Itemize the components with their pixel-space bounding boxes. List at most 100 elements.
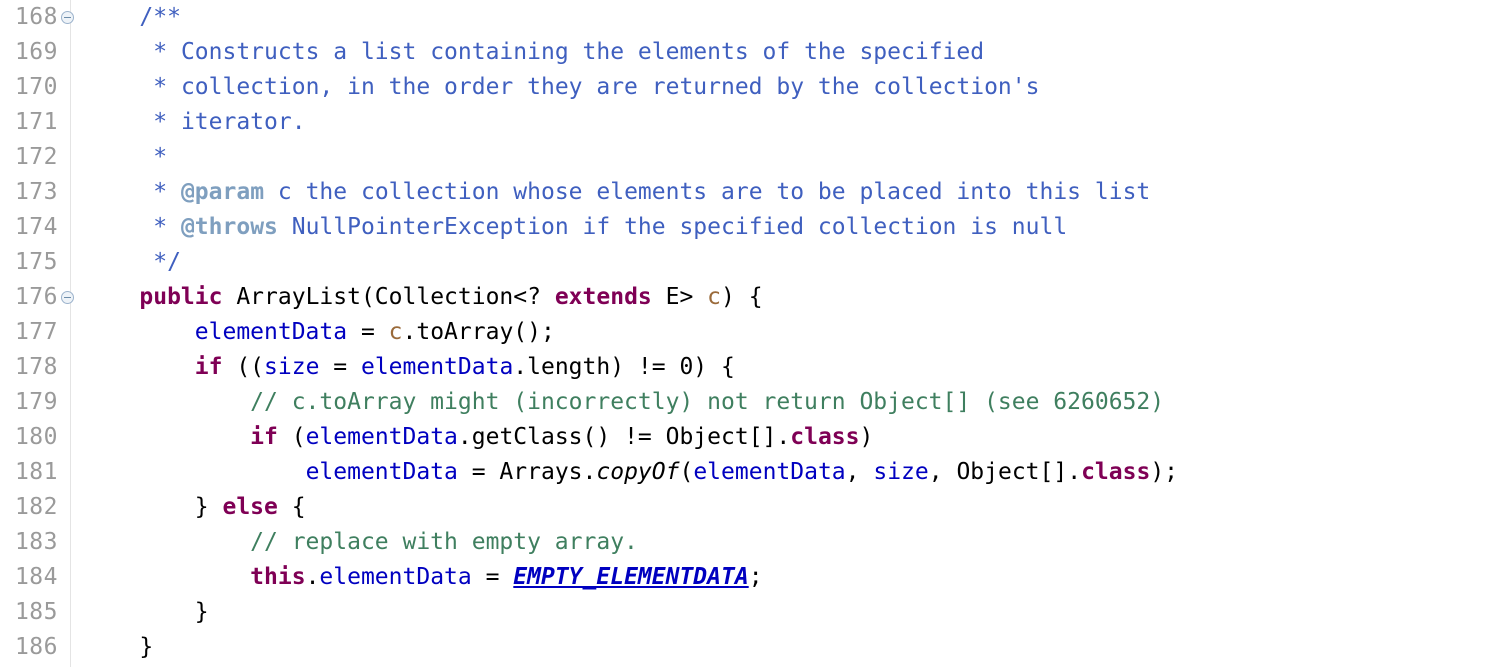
code-token-plain: ): [859, 424, 874, 450]
code-line-text: elementData = Arrays.copyOf(elementData,…: [84, 455, 1178, 490]
code-token-kw: if: [250, 424, 278, 450]
code-token-doc: /**: [139, 4, 181, 30]
code-line[interactable]: 183 // replace with empty array.: [0, 525, 1505, 560]
code-token-plain: {: [277, 494, 306, 520]
code-token-plain: , Object[].: [928, 459, 1082, 485]
code-token-plain: .: [305, 564, 320, 590]
code-token-smethod: copyOf: [596, 459, 680, 485]
code-token-kw: class: [1081, 459, 1151, 485]
line-number: 180: [14, 424, 58, 450]
code-token-plain: ,: [845, 459, 874, 485]
code-line[interactable]: 172 *: [0, 140, 1505, 175]
line-number: 182: [14, 494, 58, 520]
code-line[interactable]: 176 public ArrayList(Collection<? extend…: [0, 280, 1505, 315]
code-line[interactable]: 169 * Constructs a list containing the e…: [0, 35, 1505, 70]
code-token-plain: .toArray();: [402, 319, 555, 345]
code-line-text: // replace with empty array.: [84, 525, 638, 560]
line-number: 169: [14, 39, 58, 65]
line-number: 184: [14, 564, 58, 590]
code-token-plain: = Arrays.: [457, 459, 597, 485]
code-token-field: elementData: [693, 459, 846, 485]
code-line[interactable]: 181 elementData = Arrays.copyOf(elementD…: [0, 455, 1505, 490]
line-number: 177: [14, 319, 58, 345]
code-line[interactable]: 173 * @param c the collection whose elem…: [0, 175, 1505, 210]
code-line[interactable]: 175 */: [0, 245, 1505, 280]
code-line[interactable]: 178 if ((size = elementData.length) != 0…: [0, 350, 1505, 385]
line-number: 186: [14, 634, 58, 660]
code-line[interactable]: 174 * @throws NullPointerException if th…: [0, 210, 1505, 245]
code-token-field: size: [873, 459, 929, 485]
code-token-comment: // c.toArray might (incorrectly) not ret…: [250, 389, 1165, 415]
code-token-comment: // replace with empty array.: [250, 529, 638, 555]
line-number: 171: [14, 109, 58, 135]
code-line[interactable]: 182 } else {: [0, 490, 1505, 525]
code-token-doc: *: [153, 144, 168, 170]
code-token-kw: this: [250, 564, 306, 590]
code-line[interactable]: 170 * collection, in the order they are …: [0, 70, 1505, 105]
code-line-text: }: [84, 595, 209, 630]
fold-collapse-icon[interactable]: [61, 11, 74, 24]
code-line[interactable]: 168 /**: [0, 0, 1505, 35]
code-line-text: elementData = c.toArray();: [84, 315, 555, 350]
code-line-text: * Constructs a list containing the eleme…: [84, 35, 984, 70]
line-number: 181: [14, 459, 58, 485]
line-number: 175: [14, 249, 58, 275]
code-line-text: /**: [84, 0, 181, 35]
code-line-text: }: [84, 630, 153, 665]
code-token-sfield: EMPTY_ELEMENTDATA: [513, 564, 749, 590]
code-token-plain: }: [84, 494, 223, 520]
code-line-text: this.elementData = EMPTY_ELEMENTDATA;: [84, 560, 763, 595]
code-line-text: public ArrayList(Collection<? extends E>…: [84, 280, 763, 315]
code-token-doc: *: [153, 214, 181, 240]
code-token-doc: */: [153, 249, 181, 275]
code-token-plain: );: [1150, 459, 1179, 485]
code-token-plain: =: [471, 564, 514, 590]
code-line-text: * @param c the collection whose elements…: [84, 175, 1150, 210]
code-token-doc: * collection, in the order they are retu…: [153, 74, 1040, 100]
code-token-plain: ArrayList(Collection<?: [222, 284, 555, 310]
code-line[interactable]: 184 this.elementData = EMPTY_ELEMENTDATA…: [0, 560, 1505, 595]
code-token-doc: * Constructs a list containing the eleme…: [153, 39, 985, 65]
code-token-param: c: [707, 284, 722, 310]
code-line-text: // c.toArray might (incorrectly) not ret…: [84, 385, 1164, 420]
code-line[interactable]: 180 if (elementData.getClass() != Object…: [0, 420, 1505, 455]
code-token-plain: }: [84, 634, 154, 660]
code-token-plain: ) {: [721, 284, 763, 310]
code-token-kw: public: [139, 284, 223, 310]
line-number: 174: [14, 214, 58, 240]
code-area[interactable]: 168 /** 169 * Constructs a list containin…: [0, 0, 1505, 665]
line-number: 178: [14, 354, 58, 380]
code-line[interactable]: 186 }: [0, 630, 1505, 665]
line-number: 168: [14, 4, 58, 30]
code-line-text: * collection, in the order they are retu…: [84, 70, 1039, 105]
code-token-kw: class: [790, 424, 860, 450]
code-editor[interactable]: 168 /** 169 * Constructs a list containin…: [0, 0, 1505, 667]
fold-collapse-icon[interactable]: [61, 291, 74, 304]
code-line[interactable]: 179 // c.toArray might (incorrectly) not…: [0, 385, 1505, 420]
code-line[interactable]: 171 * iterator.: [0, 105, 1505, 140]
line-number: 185: [14, 599, 58, 625]
code-line[interactable]: 185 }: [0, 595, 1505, 630]
code-line-text: } else {: [84, 490, 306, 525]
line-number: 179: [14, 389, 58, 415]
code-token-plain: (: [277, 424, 306, 450]
code-token-plain: =: [347, 319, 389, 345]
code-token-plain: ((: [222, 354, 265, 380]
code-token-plain: =: [319, 354, 361, 380]
code-token-plain: ;: [748, 564, 763, 590]
code-token-doc: c the collection whose elements are to b…: [264, 179, 1151, 205]
code-token-kw: if: [194, 354, 223, 380]
code-token-field: elementData: [305, 459, 458, 485]
code-line[interactable]: 177 elementData = c.toArray();: [0, 315, 1505, 350]
